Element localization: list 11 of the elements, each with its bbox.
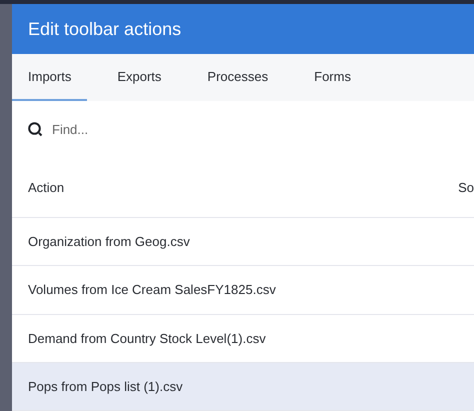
tab[interactable]: Imports	[12, 54, 88, 101]
tab[interactable]: Exports	[101, 54, 178, 101]
column-header: So	[458, 180, 474, 194]
table-row[interactable]: Volumes from Ice Cream SalesFY1825.csv	[12, 266, 474, 314]
tab[interactable]: Forms	[298, 54, 367, 101]
column-header: Action	[28, 180, 64, 194]
dialog-title: Edit toolbar actions	[28, 18, 182, 40]
search-icon	[28, 122, 43, 136]
tab[interactable]: Processes	[191, 54, 284, 101]
table-row[interactable]: Pops from Pops list (1).csv	[12, 362, 474, 411]
table-row[interactable]: Organization from Geog.csv	[12, 218, 474, 266]
